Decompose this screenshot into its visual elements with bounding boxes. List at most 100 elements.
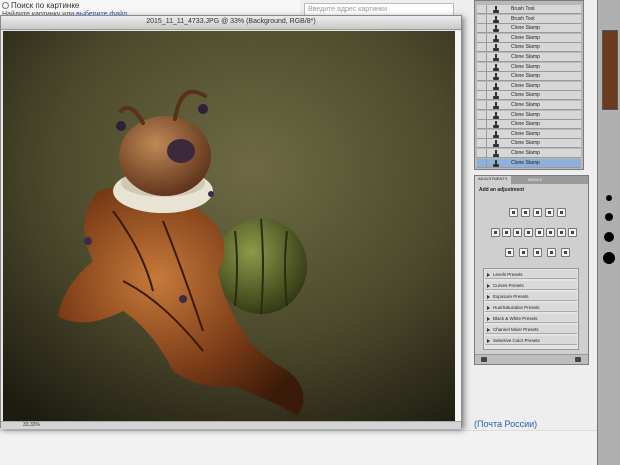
- preset-row[interactable]: Hue/Saturation Presets: [485, 303, 577, 312]
- preset-row[interactable]: Exposure Presets: [485, 292, 577, 301]
- preset-row[interactable]: Curves Presets: [485, 281, 577, 290]
- brush-icon: [493, 111, 499, 119]
- adjustment-icon[interactable]: [502, 228, 511, 237]
- history-row[interactable]: Clone Stamp: [477, 139, 581, 149]
- preset-row[interactable]: Selective Color Presets: [485, 336, 577, 345]
- history-row[interactable]: Clone Stamp: [477, 110, 581, 120]
- zoom-level[interactable]: 33.33%: [23, 422, 40, 428]
- back-icon[interactable]: [481, 357, 487, 362]
- search-by-image-label[interactable]: Поиск по картинке: [2, 1, 79, 10]
- brush-icon: [493, 6, 499, 13]
- history-row[interactable]: Clone Stamp: [477, 53, 581, 62]
- history-row[interactable]: Clone Stamp: [477, 33, 581, 43]
- adjustment-icon[interactable]: [491, 228, 500, 237]
- history-row[interactable]: Clone Stamp: [477, 101, 581, 110]
- image-canvas[interactable]: [3, 31, 457, 421]
- eye-icon[interactable]: [477, 53, 487, 62]
- adjustment-icon[interactable]: [533, 208, 542, 217]
- eye-icon[interactable]: [477, 91, 487, 101]
- history-row-label: Clone Stamp: [511, 73, 540, 80]
- history-panel[interactable]: Brush Tool Brush Tool Clone Stamp Clone Sta…: [474, 0, 584, 170]
- adjustment-icon[interactable]: [568, 228, 577, 237]
- brush-icon: [493, 63, 499, 71]
- eye-icon[interactable]: [477, 5, 487, 14]
- history-row[interactable]: Clone Stamp: [477, 72, 581, 82]
- brush-icon: [493, 140, 499, 148]
- history-row[interactable]: Clone Stamp: [477, 91, 581, 101]
- history-row[interactable]: Brush Tool: [477, 5, 581, 14]
- adjustment-icon[interactable]: [547, 248, 556, 257]
- brush-icon: [493, 92, 499, 100]
- eye-icon[interactable]: [477, 72, 487, 82]
- adjustment-icon[interactable]: [561, 248, 570, 257]
- adjustments-panel[interactable]: ADJUSTMENTS MASKS Add an adjustment Leve…: [474, 175, 589, 365]
- eye-icon[interactable]: [477, 62, 487, 72]
- brush-preset-icon[interactable]: [603, 252, 615, 264]
- document-window[interactable]: 2015_11_11_4733.JPG @ 33% (Background, R…: [0, 15, 462, 429]
- tab-adjustments[interactable]: ADJUSTMENTS: [475, 176, 511, 184]
- eye-icon[interactable]: [477, 101, 487, 110]
- brush-icon: [493, 25, 499, 33]
- preset-row[interactable]: Channel Mixer Presets: [485, 325, 577, 334]
- history-row[interactable]: Clone Stamp: [477, 120, 581, 130]
- document-titlebar[interactable]: 2015_11_11_4733.JPG @ 33% (Background, R…: [1, 16, 461, 30]
- brush-preset-icon[interactable]: [604, 232, 614, 242]
- adjustment-icon[interactable]: [535, 228, 544, 237]
- eye-icon[interactable]: [477, 81, 487, 91]
- disclosure-triangle-icon[interactable]: [487, 339, 490, 343]
- history-row[interactable]: Clone Stamp: [477, 149, 581, 158]
- eye-icon[interactable]: [477, 43, 487, 53]
- disclosure-triangle-icon[interactable]: [487, 295, 490, 299]
- eye-icon[interactable]: [477, 110, 487, 120]
- preset-row[interactable]: Black & White Presets: [485, 314, 577, 323]
- web-result-title[interactable]: (Почта России): [474, 419, 537, 429]
- adjustment-icon[interactable]: [533, 248, 542, 257]
- history-row[interactable]: Clone Stamp: [477, 158, 581, 168]
- disclosure-triangle-icon[interactable]: [487, 306, 490, 310]
- history-row[interactable]: Clone Stamp: [477, 129, 581, 139]
- adjustment-icon[interactable]: [557, 228, 566, 237]
- preset-row[interactable]: Levels Presets: [485, 270, 577, 279]
- trash-icon[interactable]: [575, 357, 581, 362]
- adjustment-icon[interactable]: [545, 208, 554, 217]
- adjustment-icon[interactable]: [509, 208, 518, 217]
- adjustment-icon[interactable]: [524, 228, 533, 237]
- brush-preset-icon[interactable]: [606, 195, 612, 201]
- adjustment-icon[interactable]: [546, 228, 555, 237]
- photo-artwork: [3, 31, 457, 421]
- disclosure-triangle-icon[interactable]: [487, 328, 490, 332]
- eye-icon[interactable]: [477, 14, 487, 24]
- eye-icon[interactable]: [477, 33, 487, 43]
- history-row[interactable]: Clone Stamp: [477, 43, 581, 53]
- vertical-scrollbar[interactable]: [455, 31, 461, 421]
- adjustment-icon[interactable]: [513, 228, 522, 237]
- disclosure-triangle-icon[interactable]: [487, 317, 490, 321]
- history-row[interactable]: Clone Stamp: [477, 62, 581, 72]
- history-row[interactable]: Clone Stamp: [477, 81, 581, 91]
- preset-label: Selective Color Presets: [493, 338, 540, 343]
- history-row-label: Clone Stamp: [511, 111, 540, 118]
- adjustment-icon[interactable]: [521, 208, 530, 217]
- brush-icon: [493, 44, 499, 52]
- navigator-thumbnail[interactable]: [602, 30, 618, 110]
- disclosure-triangle-icon[interactable]: [487, 273, 490, 277]
- brush-preset-icon[interactable]: [605, 213, 613, 221]
- disclosure-triangle-icon[interactable]: [487, 284, 490, 288]
- eye-icon[interactable]: [477, 129, 487, 139]
- history-row-label: Clone Stamp: [511, 92, 540, 99]
- eye-icon[interactable]: [477, 24, 487, 34]
- adjustment-icon[interactable]: [505, 248, 514, 257]
- preset-label: Hue/Saturation Presets: [493, 305, 540, 310]
- adjustment-icon[interactable]: [519, 248, 528, 257]
- eye-icon[interactable]: [477, 139, 487, 149]
- tab-masks[interactable]: MASKS: [525, 177, 545, 182]
- preset-label: Levels Presets: [493, 272, 523, 277]
- eye-icon[interactable]: [477, 149, 487, 158]
- adjustment-icon[interactable]: [557, 208, 566, 217]
- document-title: 2015_11_11_4733.JPG @ 33% (Background, R…: [146, 18, 316, 25]
- eye-icon[interactable]: [477, 120, 487, 130]
- eye-icon[interactable]: [477, 158, 487, 168]
- history-row[interactable]: Clone Stamp: [477, 24, 581, 34]
- history-row[interactable]: Brush Tool: [477, 14, 581, 24]
- history-row-label: Clone Stamp: [511, 44, 540, 51]
